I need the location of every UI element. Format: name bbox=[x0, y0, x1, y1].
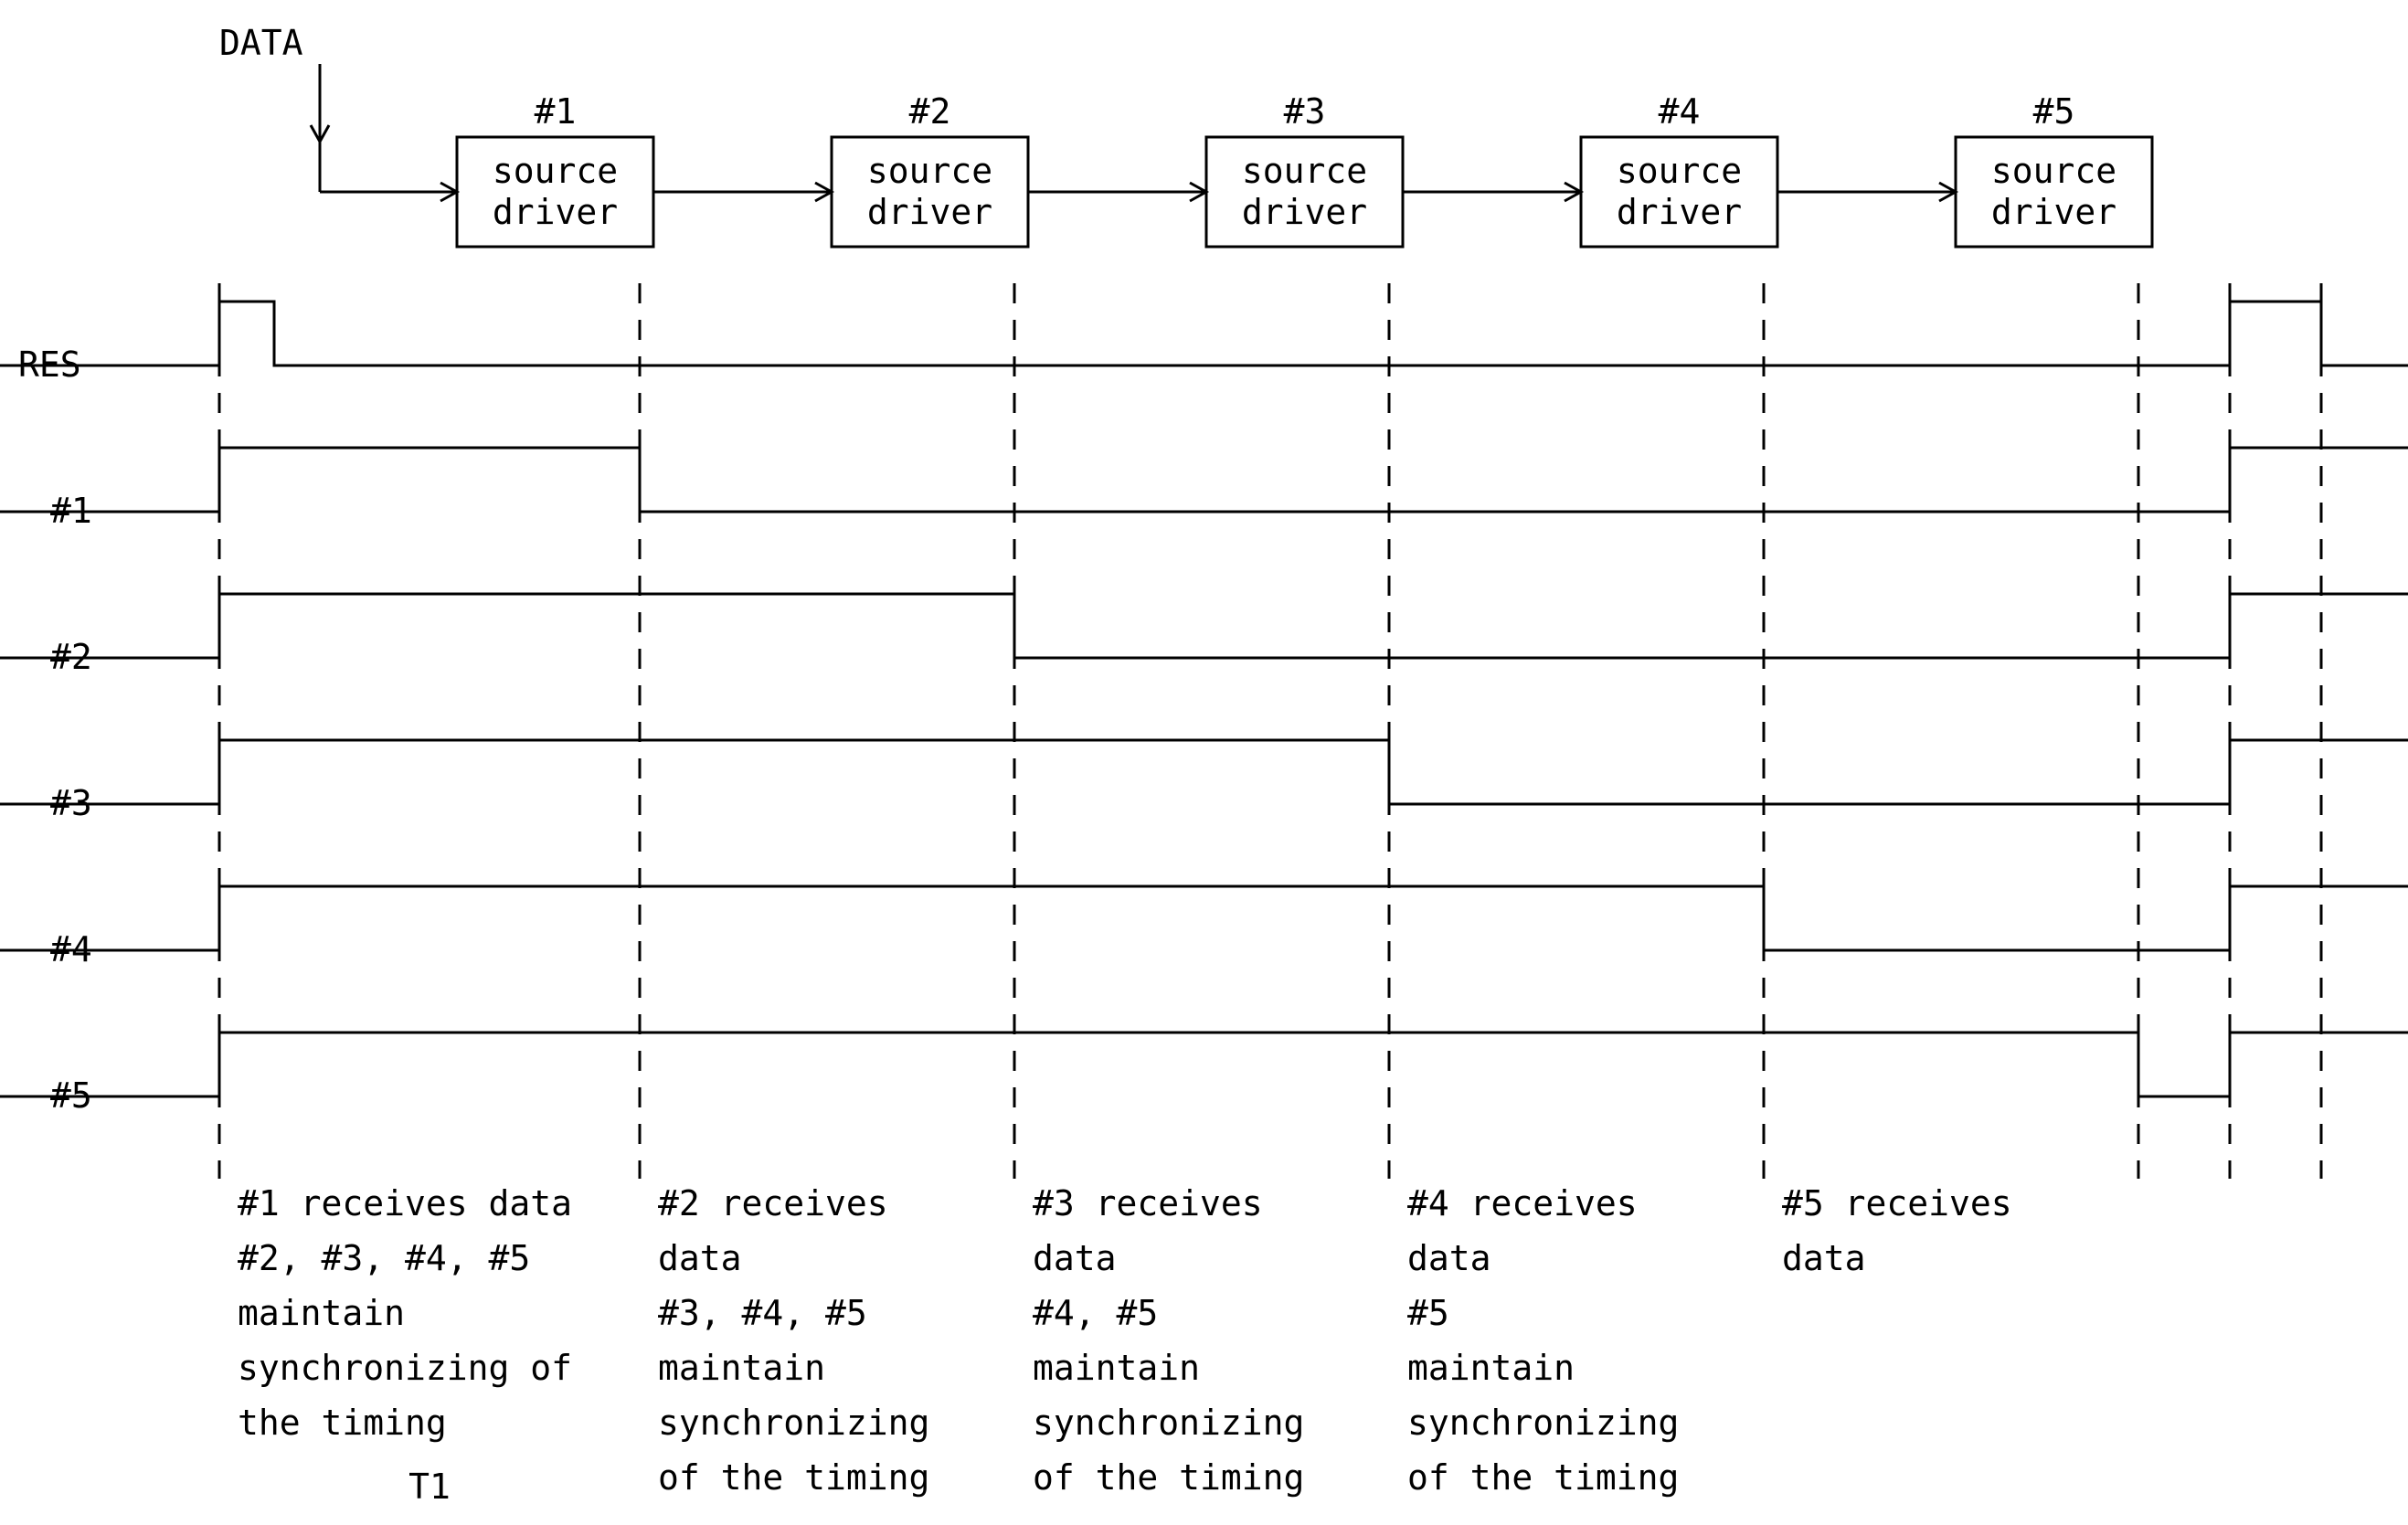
note-col-1: #1 receives data bbox=[238, 1183, 572, 1223]
note-col-2: of the timing bbox=[658, 1457, 929, 1498]
note-col-1: synchronizing of bbox=[238, 1348, 572, 1388]
note-col-4: #4 receives bbox=[1407, 1183, 1638, 1223]
note-col-4: synchronizing bbox=[1407, 1403, 1679, 1443]
driver-box-text2: driver bbox=[867, 192, 992, 232]
driver-box-text2: driver bbox=[1242, 192, 1367, 232]
note-col-4: of the timing bbox=[1407, 1457, 1679, 1498]
signal-waveform-3 bbox=[0, 740, 2408, 804]
data-label: DATA bbox=[219, 23, 303, 63]
note-col-3: #3 receives bbox=[1033, 1183, 1263, 1223]
note-col-1: maintain bbox=[238, 1293, 405, 1333]
note-col-3: synchronizing bbox=[1033, 1403, 1304, 1443]
signal-waveform-5 bbox=[0, 1033, 2408, 1096]
driver-box-text2: driver bbox=[1991, 192, 2116, 232]
note-col-2: #3, #4, #5 bbox=[658, 1293, 867, 1333]
note-col-3: #4, #5 bbox=[1033, 1293, 1158, 1333]
signal-waveform-2 bbox=[0, 594, 2408, 658]
note-col-3: data bbox=[1033, 1238, 1117, 1278]
note-col-5: data bbox=[1782, 1238, 1866, 1278]
driver-box-label: #2 bbox=[909, 91, 951, 132]
driver-box-text1: source bbox=[1617, 151, 1742, 191]
t1-label: T1 bbox=[408, 1467, 451, 1507]
note-col-2: synchronizing bbox=[658, 1403, 929, 1443]
driver-box-text1: source bbox=[1991, 151, 2116, 191]
note-col-1: #2, #3, #4, #5 bbox=[238, 1238, 530, 1278]
note-col-3: of the timing bbox=[1033, 1457, 1304, 1498]
signal-waveform-1 bbox=[0, 448, 2408, 512]
driver-box-label: #3 bbox=[1284, 91, 1326, 132]
signal-waveform-4 bbox=[0, 886, 2408, 950]
driver-box-label: #1 bbox=[535, 91, 577, 132]
note-col-4: data bbox=[1407, 1238, 1491, 1278]
note-col-4: maintain bbox=[1407, 1348, 1575, 1388]
note-col-2: #2 receives bbox=[658, 1183, 888, 1223]
note-col-3: maintain bbox=[1033, 1348, 1200, 1388]
res-waveform bbox=[0, 302, 2408, 365]
driver-box-text2: driver bbox=[1617, 192, 1742, 232]
driver-box-label: #4 bbox=[1659, 91, 1701, 132]
note-col-1: the timing bbox=[238, 1403, 447, 1443]
driver-box-text1: source bbox=[867, 151, 992, 191]
note-col-4: #5 bbox=[1407, 1293, 1449, 1333]
note-col-2: data bbox=[658, 1238, 742, 1278]
driver-box-label: #5 bbox=[2033, 91, 2075, 132]
driver-box-text2: driver bbox=[493, 192, 618, 232]
note-col-5: #5 receives bbox=[1782, 1183, 2012, 1223]
driver-box-text1: source bbox=[1242, 151, 1367, 191]
note-col-2: maintain bbox=[658, 1348, 825, 1388]
driver-box-text1: source bbox=[493, 151, 618, 191]
